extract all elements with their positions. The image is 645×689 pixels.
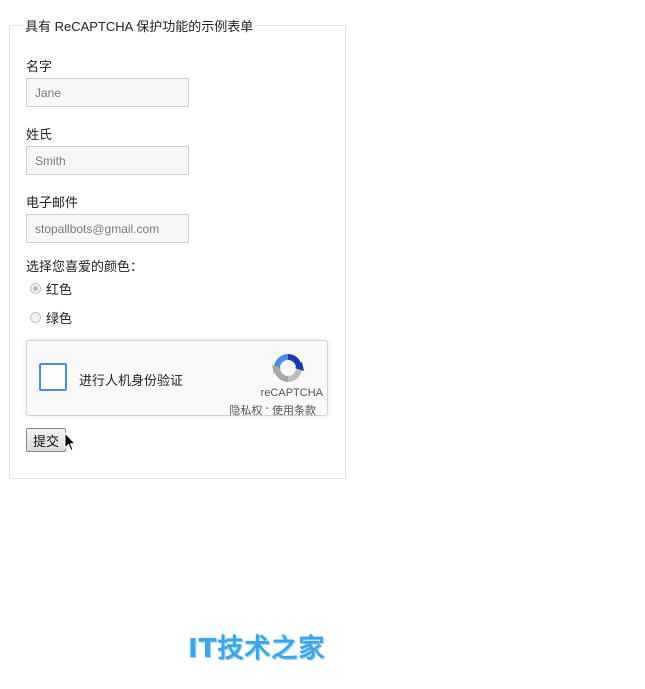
email-label: 电子邮件: [26, 195, 79, 210]
radio-red-label: 红色: [46, 282, 73, 297]
watermark-logo: IT技术之家: [188, 634, 326, 664]
color-option-red[interactable]: 红色: [30, 279, 72, 298]
recaptcha-logo-icon: [272, 354, 304, 382]
privacy-link[interactable]: 隐私权: [229, 402, 262, 418]
last-name-input[interactable]: Smith: [26, 146, 189, 175]
email-input[interactable]: stopallbots@gmail.com: [26, 214, 189, 243]
recaptcha-checkbox-label: 进行人机身份验证: [79, 373, 184, 388]
radio-green[interactable]: [30, 312, 41, 323]
recaptcha-widget: 进行人机身份验证 reCAPTCHA 隐私权 - 使用条款: [26, 340, 328, 418]
recaptcha-brand: reCAPTCHA: [260, 387, 323, 399]
radio-red[interactable]: [30, 283, 41, 294]
terms-link[interactable]: 使用条款: [272, 402, 316, 418]
recaptcha-links: 隐私权 - 使用条款: [229, 402, 316, 418]
first-name-input[interactable]: Jane: [26, 78, 189, 107]
color-option-green[interactable]: 绿色: [30, 308, 72, 327]
last-name-label: 姓氏: [26, 127, 53, 142]
page: 具有 ReCAPTCHA 保护功能的示例表单 名字 Jane 姓氏 Smith …: [0, 0, 645, 689]
mouse-cursor-icon: [64, 432, 76, 452]
radio-green-label: 绿色: [46, 311, 73, 326]
first-name-label: 名字: [26, 59, 53, 74]
links-separator: -: [265, 402, 269, 414]
form-legend: 具有 ReCAPTCHA 保护功能的示例表单: [25, 19, 254, 34]
color-question-label: 选择您喜爱的颜色：: [26, 259, 144, 274]
recaptcha-checkbox[interactable]: [39, 363, 67, 391]
submit-button[interactable]: 提交: [26, 428, 67, 452]
